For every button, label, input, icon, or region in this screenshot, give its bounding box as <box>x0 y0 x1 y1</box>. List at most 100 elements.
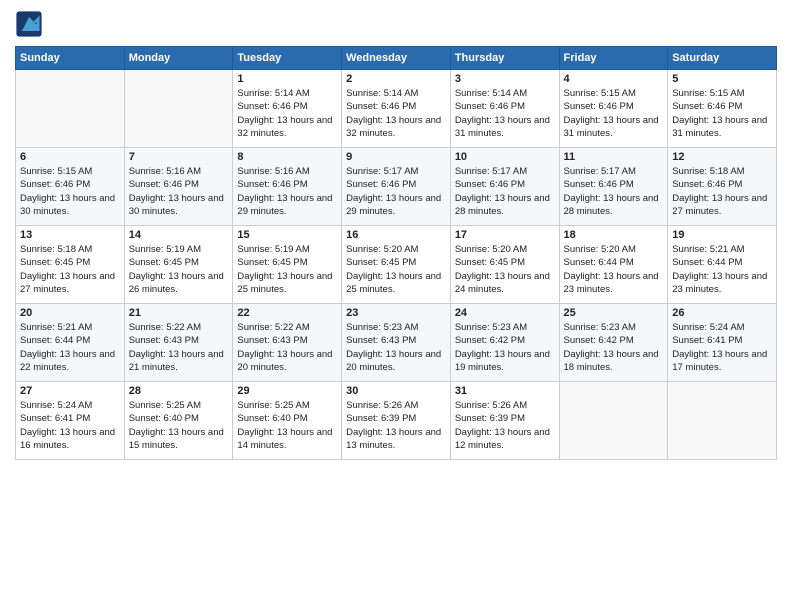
day-number: 30 <box>346 385 446 397</box>
calendar-cell: 14Sunrise: 5:19 AM Sunset: 6:45 PM Dayli… <box>124 226 233 304</box>
header-cell-sunday: Sunday <box>16 47 125 70</box>
day-info: Sunrise: 5:22 AM Sunset: 6:43 PM Dayligh… <box>129 321 229 374</box>
day-number: 12 <box>672 151 772 163</box>
header-cell-wednesday: Wednesday <box>342 47 451 70</box>
calendar-cell: 22 Sunrise: 5:22 AM Sunset: 6:43 PM Dayli… <box>233 304 342 382</box>
day-number: 21 <box>129 307 229 319</box>
day-info: Sunrise: 5:14 AM Sunset: 6:46 PM Dayligh… <box>237 87 337 140</box>
day-number: 4 <box>564 73 664 85</box>
logo <box>15 10 47 38</box>
day-number: 17 <box>455 229 555 241</box>
calendar-cell: 6Sunrise: 5:15 AM Sunset: 6:46 PM Daylig… <box>16 148 125 226</box>
day-number: 31 <box>455 385 555 397</box>
day-number: 7 <box>129 151 229 163</box>
calendar-cell: 10 Sunrise: 5:17 AM Sunset: 6:46 PM Dayli… <box>450 148 559 226</box>
calendar-cell: 7Sunrise: 5:16 AM Sunset: 6:46 PM Daylig… <box>124 148 233 226</box>
day-info: Sunrise: 5:26 AM Sunset: 6:39 PM Dayligh… <box>346 399 446 452</box>
day-number: 24 <box>455 307 555 319</box>
day-number: 19 <box>672 229 772 241</box>
calendar-header: SundayMondayTuesdayWednesdayThursdayFrid… <box>16 47 777 70</box>
day-info: Sunrise: 5:17 AM Sunset: 6:46 PM Dayligh… <box>564 165 664 218</box>
day-info: Sunrise: 5:22 AM Sunset: 6:43 PM Dayligh… <box>237 321 337 374</box>
day-info: Sunrise: 5:23 AM Sunset: 6:42 PM Dayligh… <box>564 321 664 374</box>
day-number: 23 <box>346 307 446 319</box>
day-number: 25 <box>564 307 664 319</box>
day-info: Sunrise: 5:21 AM Sunset: 6:44 PM Dayligh… <box>20 321 120 374</box>
header-cell-thursday: Thursday <box>450 47 559 70</box>
header-row: SundayMondayTuesdayWednesdayThursdayFrid… <box>16 47 777 70</box>
calendar-cell: 27 Sunrise: 5:24 AM Sunset: 6:41 PM Dayli… <box>16 382 125 460</box>
calendar-cell: 26Sunrise: 5:24 AM Sunset: 6:41 PM Dayli… <box>668 304 777 382</box>
day-info: Sunrise: 5:21 AM Sunset: 6:44 PM Dayligh… <box>672 243 772 296</box>
calendar-cell: 13 Sunrise: 5:18 AM Sunset: 6:45 PM Dayli… <box>16 226 125 304</box>
day-number: 15 <box>237 229 337 241</box>
calendar-cell: 28 Sunrise: 5:25 AM Sunset: 6:40 PM Dayli… <box>124 382 233 460</box>
day-info: Sunrise: 5:20 AM Sunset: 6:45 PM Dayligh… <box>455 243 555 296</box>
calendar-cell: 8 Sunrise: 5:16 AM Sunset: 6:46 PM Daylig… <box>233 148 342 226</box>
logo-icon <box>15 10 43 38</box>
calendar-cell: 2Sunrise: 5:14 AM Sunset: 6:46 PM Daylig… <box>342 70 451 148</box>
day-info: Sunrise: 5:20 AM Sunset: 6:44 PM Dayligh… <box>564 243 664 296</box>
day-number: 20 <box>20 307 120 319</box>
header-cell-saturday: Saturday <box>668 47 777 70</box>
calendar-cell: 5 Sunrise: 5:15 AM Sunset: 6:46 PM Daylig… <box>668 70 777 148</box>
day-info: Sunrise: 5:25 AM Sunset: 6:40 PM Dayligh… <box>129 399 229 452</box>
calendar-cell <box>559 382 668 460</box>
calendar-week-3: 13 Sunrise: 5:18 AM Sunset: 6:45 PM Dayli… <box>16 226 777 304</box>
day-number: 11 <box>564 151 664 163</box>
day-info: Sunrise: 5:25 AM Sunset: 6:40 PM Dayligh… <box>237 399 337 452</box>
day-info: Sunrise: 5:23 AM Sunset: 6:42 PM Dayligh… <box>455 321 555 374</box>
calendar-cell: 12 Sunrise: 5:18 AM Sunset: 6:46 PM Dayli… <box>668 148 777 226</box>
day-info: Sunrise: 5:24 AM Sunset: 6:41 PM Dayligh… <box>672 321 772 374</box>
calendar-cell: 16 Sunrise: 5:20 AM Sunset: 6:45 PM Dayli… <box>342 226 451 304</box>
calendar-cell: 29 Sunrise: 5:25 AM Sunset: 6:40 PM Dayli… <box>233 382 342 460</box>
day-info: Sunrise: 5:26 AM Sunset: 6:39 PM Dayligh… <box>455 399 555 452</box>
day-number: 27 <box>20 385 120 397</box>
day-number: 5 <box>672 73 772 85</box>
day-info: Sunrise: 5:14 AM Sunset: 6:46 PM Dayligh… <box>455 87 555 140</box>
day-info: Sunrise: 5:18 AM Sunset: 6:46 PM Dayligh… <box>672 165 772 218</box>
calendar-cell: 1 Sunrise: 5:14 AM Sunset: 6:46 PM Daylig… <box>233 70 342 148</box>
calendar-cell: 30 Sunrise: 5:26 AM Sunset: 6:39 PM Dayli… <box>342 382 451 460</box>
day-info: Sunrise: 5:15 AM Sunset: 6:46 PM Dayligh… <box>672 87 772 140</box>
calendar-table: SundayMondayTuesdayWednesdayThursdayFrid… <box>15 46 777 460</box>
day-info: Sunrise: 5:14 AM Sunset: 6:46 PM Dayligh… <box>346 87 446 140</box>
day-info: Sunrise: 5:17 AM Sunset: 6:46 PM Dayligh… <box>455 165 555 218</box>
day-number: 1 <box>237 73 337 85</box>
calendar-cell <box>16 70 125 148</box>
calendar-week-1: 1 Sunrise: 5:14 AM Sunset: 6:46 PM Daylig… <box>16 70 777 148</box>
calendar-cell: 11 Sunrise: 5:17 AM Sunset: 6:46 PM Dayli… <box>559 148 668 226</box>
calendar-week-2: 6Sunrise: 5:15 AM Sunset: 6:46 PM Daylig… <box>16 148 777 226</box>
day-number: 13 <box>20 229 120 241</box>
day-info: Sunrise: 5:19 AM Sunset: 6:45 PM Dayligh… <box>129 243 229 296</box>
page-header <box>15 10 777 38</box>
day-number: 8 <box>237 151 337 163</box>
calendar-cell: 15 Sunrise: 5:19 AM Sunset: 6:45 PM Dayli… <box>233 226 342 304</box>
day-number: 18 <box>564 229 664 241</box>
day-info: Sunrise: 5:15 AM Sunset: 6:46 PM Dayligh… <box>564 87 664 140</box>
day-number: 3 <box>455 73 555 85</box>
calendar-week-4: 20 Sunrise: 5:21 AM Sunset: 6:44 PM Dayli… <box>16 304 777 382</box>
header-cell-monday: Monday <box>124 47 233 70</box>
day-info: Sunrise: 5:20 AM Sunset: 6:45 PM Dayligh… <box>346 243 446 296</box>
day-info: Sunrise: 5:24 AM Sunset: 6:41 PM Dayligh… <box>20 399 120 452</box>
calendar-cell: 31 Sunrise: 5:26 AM Sunset: 6:39 PM Dayli… <box>450 382 559 460</box>
day-number: 16 <box>346 229 446 241</box>
calendar-cell <box>124 70 233 148</box>
calendar-cell: 9Sunrise: 5:17 AM Sunset: 6:46 PM Daylig… <box>342 148 451 226</box>
day-info: Sunrise: 5:17 AM Sunset: 6:46 PM Dayligh… <box>346 165 446 218</box>
calendar-cell: 19 Sunrise: 5:21 AM Sunset: 6:44 PM Dayli… <box>668 226 777 304</box>
day-info: Sunrise: 5:16 AM Sunset: 6:46 PM Dayligh… <box>237 165 337 218</box>
calendar-cell: 3 Sunrise: 5:14 AM Sunset: 6:46 PM Daylig… <box>450 70 559 148</box>
day-number: 10 <box>455 151 555 163</box>
day-info: Sunrise: 5:18 AM Sunset: 6:45 PM Dayligh… <box>20 243 120 296</box>
day-number: 28 <box>129 385 229 397</box>
day-number: 22 <box>237 307 337 319</box>
calendar-body: 1 Sunrise: 5:14 AM Sunset: 6:46 PM Daylig… <box>16 70 777 460</box>
calendar-cell <box>668 382 777 460</box>
day-number: 6 <box>20 151 120 163</box>
day-number: 29 <box>237 385 337 397</box>
calendar-cell: 18 Sunrise: 5:20 AM Sunset: 6:44 PM Dayli… <box>559 226 668 304</box>
calendar-cell: 21 Sunrise: 5:22 AM Sunset: 6:43 PM Dayli… <box>124 304 233 382</box>
day-info: Sunrise: 5:19 AM Sunset: 6:45 PM Dayligh… <box>237 243 337 296</box>
